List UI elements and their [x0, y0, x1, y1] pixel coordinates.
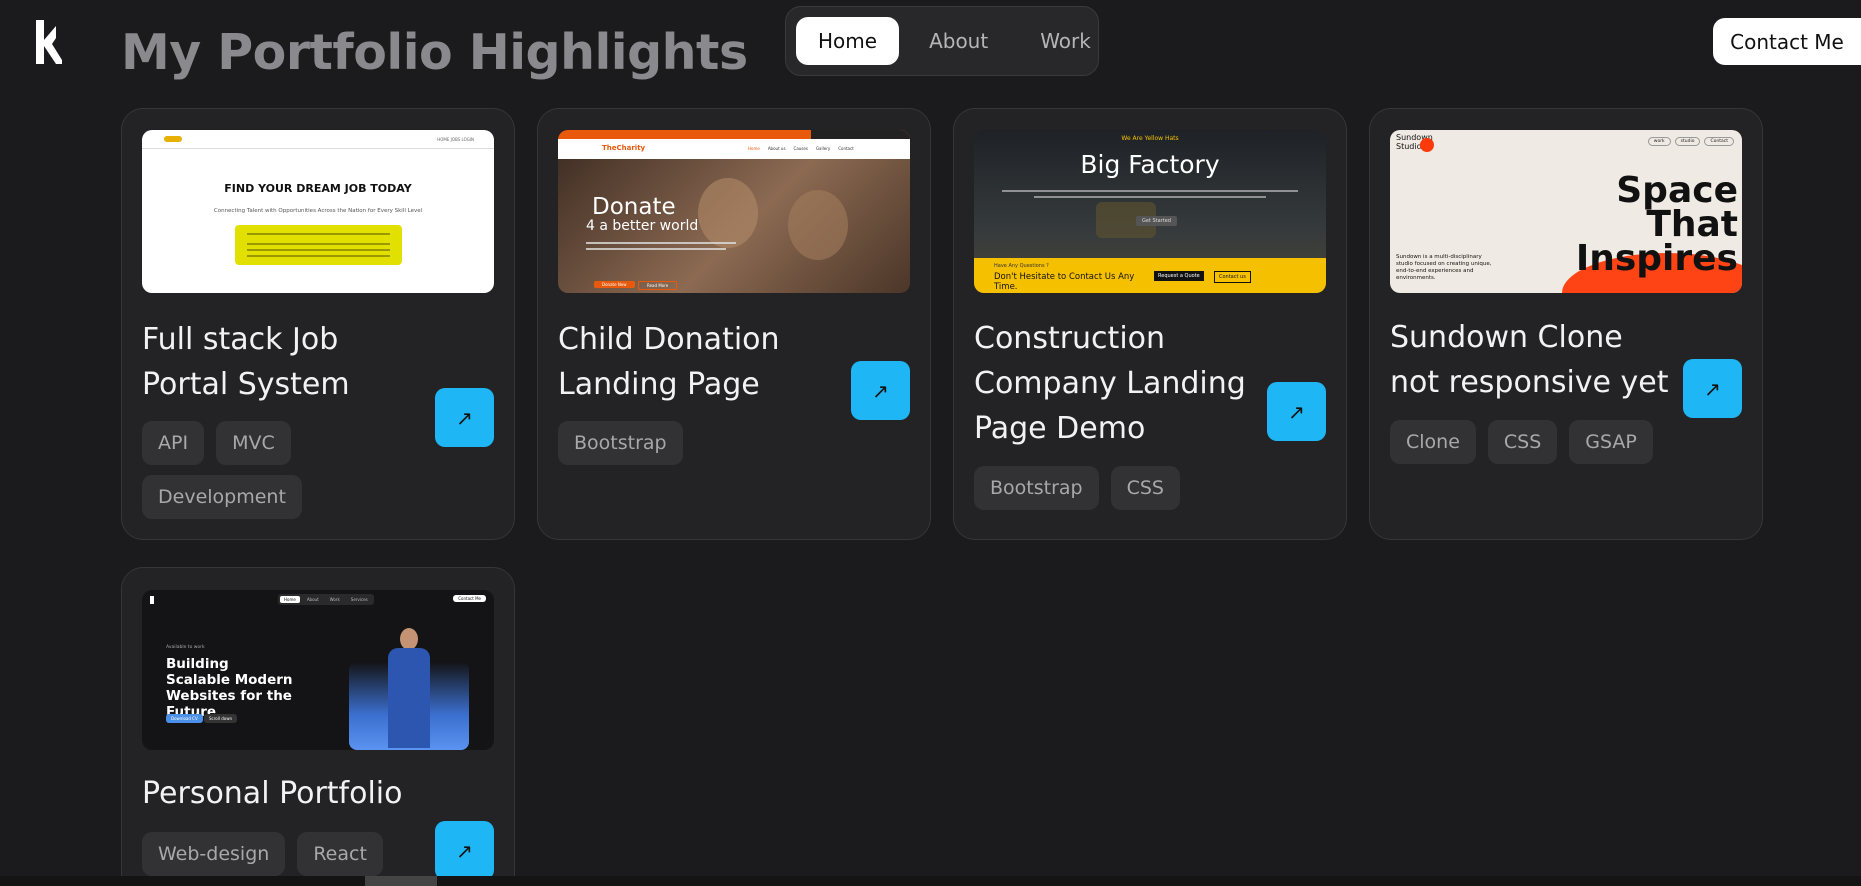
- thumb-person-body: [388, 648, 430, 748]
- thumb-scroll-button: Scroll down: [204, 714, 238, 723]
- tag-list: Bootstrap: [558, 421, 858, 465]
- tag: React: [297, 832, 383, 876]
- project-title: Child Donation Landing Page: [558, 322, 780, 402]
- project-thumbnail: Home About Work Services Contact Me Avai…: [142, 590, 494, 750]
- arrow-up-right-icon: ↗: [456, 405, 473, 430]
- arrow-up-right-icon: ↗: [456, 838, 473, 863]
- thumb-question: Have Any Questions ?: [994, 263, 1049, 269]
- scrollbar-thumb[interactable]: [365, 876, 437, 886]
- project-title: Personal Portfolio: [142, 776, 403, 811]
- project-thumbnail: Sundown Studio work studio Contact Space…: [1390, 130, 1742, 293]
- project-card-personal-portfolio: Home About Work Services Contact Me Avai…: [121, 567, 515, 886]
- tag: Web-design: [142, 832, 286, 876]
- thumb-heading: FIND YOUR DREAM JOB TODAY: [224, 182, 412, 195]
- thumb-face-1: [698, 178, 758, 248]
- thumb-cta-text: Don't Hesitate to Contact Us Any Time.: [994, 272, 1135, 292]
- tag: GSAP: [1569, 420, 1653, 464]
- nav-home[interactable]: Home: [796, 17, 900, 65]
- tag-list: Web-design React: [142, 832, 442, 876]
- thumb-contact-button: Contact Me: [453, 595, 486, 602]
- bottom-scrollbar[interactable]: [0, 876, 1861, 886]
- project-card-job-portal: HOME JOBS LOGIN FIND YOUR DREAM JOB TODA…: [121, 108, 515, 540]
- main-nav: Home About Work: [785, 6, 1099, 76]
- thumb-nav: HOME JOBS LOGIN: [437, 137, 474, 142]
- thumb-face-2: [788, 190, 848, 260]
- tag: Bootstrap: [558, 421, 683, 465]
- tag-list: Clone CSS GSAP: [1390, 420, 1690, 464]
- open-project-button[interactable]: ↗: [435, 821, 494, 880]
- thumb-quote-button: Request a Quote: [1154, 271, 1204, 281]
- nav-about[interactable]: About: [907, 17, 1010, 65]
- thumb-brand: TheCharity: [602, 144, 646, 152]
- thumb-kicker: We Are Yellow Hats: [1121, 135, 1179, 142]
- thumb-heading: Donate: [592, 194, 676, 220]
- thumb-download-button: Download CV: [166, 714, 203, 723]
- thumb-nav-links: Home About us Causes Gallery Contact: [748, 146, 854, 151]
- tag: MVC: [216, 421, 291, 465]
- thumb-heading: Space That Inspires: [1575, 170, 1738, 279]
- thumb-nav-links: Home About Work Services: [278, 594, 374, 605]
- thumb-get-started-button: Get Started: [1136, 216, 1177, 226]
- project-thumbnail: We Are Yellow Hats Big Factory Get Start…: [974, 130, 1326, 293]
- thumb-highlight-box: [235, 225, 402, 265]
- thumb-text-line: [586, 248, 726, 250]
- tag: Development: [142, 475, 302, 519]
- tag: CSS: [1110, 466, 1180, 510]
- project-card-child-donation: TheCharity Home About us Causes Gallery …: [537, 108, 931, 540]
- tag-list: API MVC Development: [142, 421, 442, 519]
- thumb-nav-links: work studio Contact: [1647, 137, 1734, 146]
- project-title: Full stack Job Portal System: [142, 322, 350, 402]
- tag: Bootstrap: [974, 466, 1099, 510]
- project-thumbnail: TheCharity Home About us Causes Gallery …: [558, 130, 910, 293]
- thumb-donate-button: Donate Now: [594, 281, 635, 288]
- open-project-button[interactable]: ↗: [1683, 359, 1742, 418]
- thumb-heading: Big Factory: [1080, 150, 1220, 179]
- thumb-description: Sundown is a multi-disciplinary studio f…: [1396, 254, 1492, 281]
- open-project-button[interactable]: ↗: [1267, 382, 1326, 441]
- tag-list: Bootstrap CSS: [974, 466, 1274, 510]
- thumb-logo: [164, 136, 182, 142]
- open-project-button[interactable]: ↗: [851, 361, 910, 420]
- thumb-subheading: 4 a better world: [586, 218, 699, 234]
- arrow-up-right-icon: ↗: [1704, 376, 1721, 401]
- thumb-logo-icon: [150, 596, 154, 604]
- project-card-construction: We Are Yellow Hats Big Factory Get Start…: [953, 108, 1347, 540]
- contact-me-button[interactable]: Contact Me: [1713, 18, 1861, 65]
- thumb-text-line: [1034, 196, 1266, 198]
- thumb-divider: [142, 148, 494, 149]
- arrow-up-right-icon: ↗: [1288, 399, 1305, 424]
- thumb-available: Available to work: [166, 645, 205, 650]
- brand-logo-icon[interactable]: [34, 18, 64, 66]
- tag: Clone: [1390, 420, 1476, 464]
- arrow-up-right-icon: ↗: [872, 378, 889, 403]
- page-title: My Portfolio Highlights: [121, 24, 748, 81]
- project-title: Construction Company Landing Page Demo: [974, 321, 1246, 446]
- thumb-person-head: [400, 628, 418, 650]
- thumb-text-line: [1002, 190, 1298, 192]
- project-card-sundown: Sundown Studio work studio Contact Space…: [1369, 108, 1763, 540]
- thumb-topbar-dark: [811, 130, 910, 139]
- thumb-subheading: Connecting Talent with Opportunities Acr…: [213, 208, 423, 214]
- project-thumbnail: HOME JOBS LOGIN FIND YOUR DREAM JOB TODA…: [142, 130, 494, 293]
- thumb-orange-dot: [1420, 138, 1434, 152]
- tag: CSS: [1487, 420, 1558, 464]
- open-project-button[interactable]: ↗: [435, 388, 494, 447]
- project-title: Sundown Clone not responsive yet: [1390, 320, 1669, 400]
- thumb-contact-button: Contact us: [1214, 271, 1251, 283]
- thumb-text-line: [586, 242, 736, 244]
- thumb-heading: Building Scalable Modern Websites for th…: [166, 656, 293, 720]
- tag: API: [142, 421, 205, 465]
- thumb-readmore-button: Read More: [638, 281, 678, 290]
- nav-work[interactable]: Work: [1018, 17, 1113, 65]
